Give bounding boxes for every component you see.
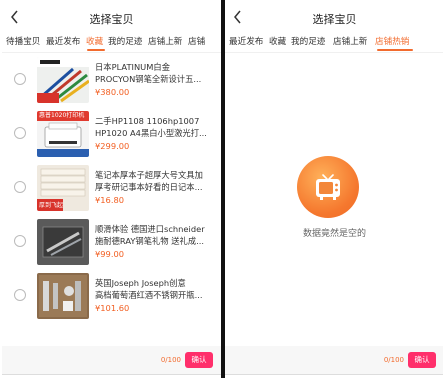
product-name: 二手HP1108 1106hp1007 HP1020 A4黑白小型激光打... xyxy=(95,116,207,138)
select-radio[interactable] xyxy=(14,235,26,247)
tv-icon xyxy=(312,171,344,207)
right-product-picker: 选择宝贝 最近发布 收藏 我的足迹 店铺上新 店铺热销 数据竟然是空的 0/10… xyxy=(225,4,443,375)
select-radio[interactable] xyxy=(14,73,26,85)
product-price: ¥101.60 xyxy=(95,303,130,313)
footer-bar: 0/100 确认 xyxy=(225,346,443,374)
product-list: 日本PLATINUM白金 PROCYON钢笔全新设计五... ¥380.00 惠… xyxy=(2,53,221,323)
product-name: 日本PLATINUM白金 PROCYON钢笔全新设计五... xyxy=(95,62,202,84)
list-item[interactable]: 英国Joseph Joseph创意 高档葡萄酒红酒不锈钢开瓶... ¥101.6… xyxy=(2,269,221,323)
page-title: 选择宝贝 xyxy=(89,13,134,26)
tab-favorites[interactable]: 收藏 xyxy=(269,35,286,47)
thumb-badge: 惠普1020打印机 xyxy=(39,112,85,119)
header: 选择宝贝 xyxy=(2,4,221,32)
empty-state-text: 数据竟然是空的 xyxy=(302,229,366,239)
product-price: ¥380.00 xyxy=(95,87,130,97)
footer-bar: 0/100 确认 xyxy=(2,346,221,374)
list-item[interactable]: 厚到飞起 笔记本厚本子超厚大号文具加 厚考研记事本好看的日记本... ¥16.8… xyxy=(2,161,221,215)
page-title: 选择宝贝 xyxy=(312,13,357,26)
list-item[interactable]: 顺滑体验 德国进口schneider 施耐德RAY钢笔礼物 送礼成... ¥99… xyxy=(2,215,221,269)
tab-recent[interactable]: 最近发布 xyxy=(46,35,80,47)
pen-gift-box-image xyxy=(37,219,89,265)
tab-pending[interactable]: 待播宝贝 xyxy=(6,35,40,47)
confirm-button[interactable]: 确认 xyxy=(408,352,436,368)
select-radio[interactable] xyxy=(14,289,26,301)
list-item[interactable]: 日本PLATINUM白金 PROCYON钢笔全新设计五... ¥380.00 xyxy=(2,53,221,107)
empty-state-illustration xyxy=(297,156,359,218)
tab-bar: 待播宝贝 最近发布 收藏 我的足迹 店铺上新 店铺 xyxy=(2,32,221,53)
tab-new-arrivals[interactable]: 店铺上新 xyxy=(148,35,182,47)
selection-count: 0/100 xyxy=(160,356,181,364)
thumb-badge: 厚到飞起 xyxy=(39,202,64,209)
tab-favorites[interactable]: 收藏 xyxy=(86,35,103,47)
laser-printer-image: 惠普1020打印机 xyxy=(37,111,89,157)
product-price: ¥16.80 xyxy=(95,195,125,205)
wine-opener-set-image xyxy=(37,273,89,319)
fountain-pens-image xyxy=(37,57,89,103)
left-product-picker: 选择宝贝 待播宝贝 最近发布 收藏 我的足迹 店铺上新 店铺 日本PLATINU… xyxy=(2,4,221,375)
tab-new-arrivals[interactable]: 店铺上新 xyxy=(333,35,367,47)
active-tab-indicator xyxy=(87,49,105,51)
select-radio[interactable] xyxy=(14,127,26,139)
product-name: 顺滑体验 德国进口schneider 施耐德RAY钢笔礼物 送礼成... xyxy=(95,224,205,246)
selection-count: 0/100 xyxy=(383,356,404,364)
tab-footprint[interactable]: 我的足迹 xyxy=(108,35,142,47)
product-price: ¥299.00 xyxy=(95,141,130,151)
list-item[interactable]: 惠普1020打印机 二手HP1108 1106hp1007 HP1020 A4黑… xyxy=(2,107,221,161)
header: 选择宝贝 xyxy=(225,4,443,32)
tab-hot-sales[interactable]: 店铺热销 xyxy=(375,35,409,47)
tab-footprint[interactable]: 我的足迹 xyxy=(291,35,325,47)
tab-bar: 最近发布 收藏 我的足迹 店铺上新 店铺热销 xyxy=(225,32,443,53)
tab-shop[interactable]: 店铺 xyxy=(188,35,205,47)
active-tab-indicator xyxy=(377,49,413,51)
select-radio[interactable] xyxy=(14,181,26,193)
notebook-stack-image: 厚到飞起 xyxy=(37,165,89,211)
confirm-button[interactable]: 确认 xyxy=(185,352,213,368)
product-name: 英国Joseph Joseph创意 高档葡萄酒红酒不锈钢开瓶... xyxy=(95,278,203,300)
product-name: 笔记本厚本子超厚大号文具加 厚考研记事本好看的日记本... xyxy=(95,170,203,192)
product-price: ¥99.00 xyxy=(95,249,125,259)
tab-recent[interactable]: 最近发布 xyxy=(229,35,263,47)
